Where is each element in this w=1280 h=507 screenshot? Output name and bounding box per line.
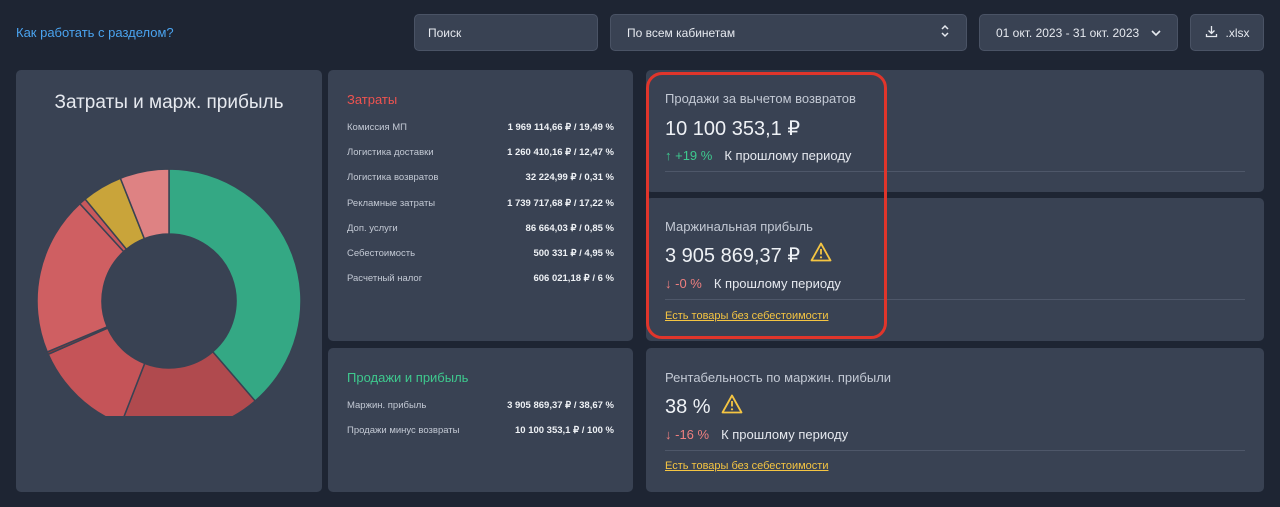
search-input[interactable] — [428, 25, 597, 40]
list-item: Расчетный налог 606 021,18 ₽ / 6 % — [347, 273, 614, 298]
export-label: .xlsx — [1225, 25, 1250, 40]
cost-label: Логистика возвратов — [347, 172, 439, 184]
profit-card: Продажи и прибыль Маржин. прибыль 3 905 8… — [328, 348, 633, 492]
cost-value: 32 224,99 ₽ / 0,31 % — [525, 172, 614, 184]
profit-value: 10 100 353,1 ₽ / 100 % — [514, 425, 614, 437]
cabinet-select-value: По всем кабинетам — [627, 25, 736, 40]
date-range-value: 01 окт. 2023 - 31 окт. 2023 — [996, 25, 1140, 40]
donut-title: Затраты и марж. прибыль — [54, 92, 284, 113]
sort-arrows-icon — [940, 24, 950, 41]
cost-label: Рекламные затраты — [347, 197, 436, 209]
list-item: Комиссия МП 1 969 114,66 ₽ / 19,49 % — [347, 122, 614, 147]
search-box[interactable] — [414, 14, 598, 51]
profit-list: Маржин. прибыль 3 905 869,37 ₽ / 38,67 % … — [347, 400, 614, 450]
list-item: Доп. услуги 86 664,03 ₽ / 0,85 % — [347, 223, 614, 248]
download-icon — [1205, 25, 1218, 41]
metric-label: Рентабельность по маржин. прибыли — [665, 370, 892, 385]
cost-value: 1 739 717,68 ₽ / 17,22 % — [507, 197, 614, 209]
profit-title: Продажи и прибыль — [347, 370, 469, 385]
chevron-down-icon — [1151, 26, 1161, 40]
cost-value: 1 260 410,16 ₽ / 12,47 % — [507, 147, 614, 159]
cost-value: 606 021,18 ₽ / 6 % — [533, 273, 614, 285]
cost-label: Комиссия МП — [347, 122, 407, 133]
costs-list: Комиссия МП 1 969 114,66 ₽ / 19,49 % Логи… — [347, 122, 614, 298]
missing-cost-link[interactable]: Есть товары без себестоимости — [665, 460, 828, 472]
date-range-picker[interactable]: 01 окт. 2023 - 31 окт. 2023 — [979, 14, 1178, 51]
donut-chart — [36, 168, 302, 416]
divider — [665, 450, 1245, 451]
highlight-frame — [646, 72, 887, 339]
list-item: Логистика доставки 1 260 410,16 ₽ / 12,47… — [347, 147, 614, 172]
profit-label: Продажи минус возвраты — [347, 425, 460, 437]
metric-card-profitability: Рентабельность по маржин. прибыли 38 % ↓… — [646, 348, 1264, 492]
cost-label: Доп. услуги — [347, 222, 398, 234]
cost-label: Логистика доставки — [347, 147, 434, 159]
profit-label: Маржин. прибыль — [347, 400, 427, 411]
warning-triangle-icon — [721, 394, 743, 420]
metric-change: ↓ -16 % К прошлому периоду — [665, 427, 848, 442]
cost-value: 1 969 114,66 ₽ / 19,49 % — [507, 122, 614, 133]
list-item: Себестоимость 500 331 ₽ / 4,95 % — [347, 248, 614, 273]
metric-value: 38 % — [665, 394, 743, 420]
donut-card: Затраты и марж. прибыль — [16, 70, 322, 492]
cost-value: 500 331 ₽ / 4,95 % — [533, 247, 614, 259]
list-item: Маржин. прибыль 3 905 869,37 ₽ / 38,67 % — [347, 400, 614, 425]
list-item: Логистика возвратов 32 224,99 ₽ / 0,31 % — [347, 172, 614, 197]
list-item: Продажи минус возвраты 10 100 353,1 ₽ / 1… — [347, 425, 614, 450]
costs-card: Затраты Комиссия МП 1 969 114,66 ₽ / 19,4… — [328, 70, 633, 341]
cabinet-select[interactable]: По всем кабинетам — [610, 14, 967, 51]
list-item: Рекламные затраты 1 739 717,68 ₽ / 17,22 … — [347, 198, 614, 223]
cost-label: Расчетный налог — [347, 273, 423, 285]
profit-value: 3 905 869,37 ₽ / 38,67 % — [507, 400, 614, 411]
cost-value: 86 664,03 ₽ / 0,85 % — [525, 222, 614, 234]
metric-value-text: 38 % — [665, 395, 711, 418]
help-link[interactable]: Как работать с разделом? — [16, 25, 174, 40]
cost-label: Себестоимость — [347, 247, 416, 259]
change-percent: ↓ -16 % — [665, 427, 710, 442]
export-xlsx-button[interactable]: .xlsx — [1190, 14, 1264, 51]
costs-title: Затраты — [347, 92, 398, 107]
change-compare: К прошлому периоду — [721, 427, 849, 442]
